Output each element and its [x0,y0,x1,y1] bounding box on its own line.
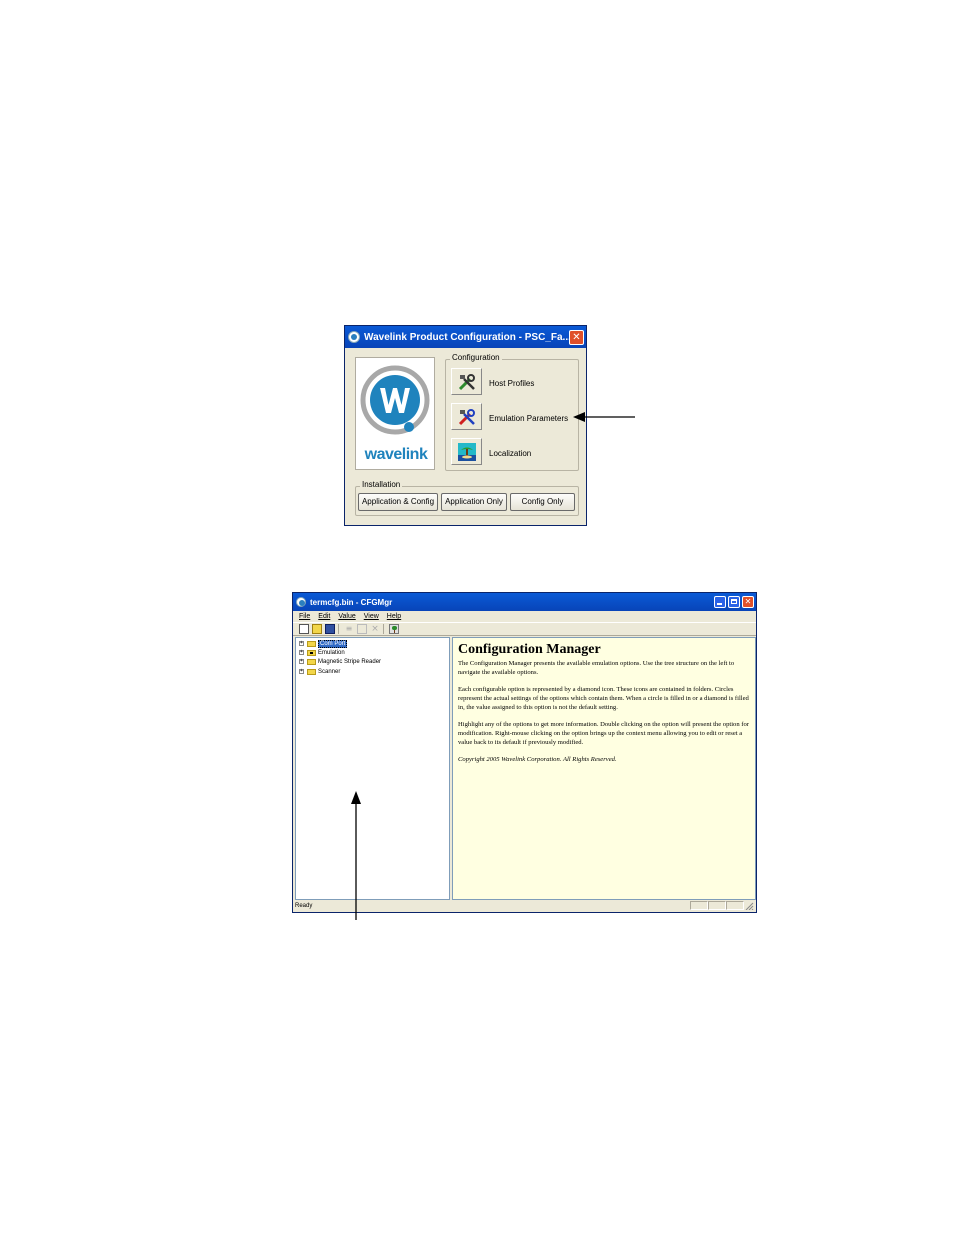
configuration-group: Configuration Host Profiles Emulation Pa… [445,353,579,471]
menu-view[interactable]: View [364,613,379,620]
window-close-button[interactable]: ✕ [742,596,754,608]
globe-palm-icon [458,443,476,461]
application-only-button[interactable]: Application Only [441,493,507,511]
help-paragraph: Each configurable option is represented … [458,686,749,711]
tree-pane[interactable]: + Com Port + Emulation + Magnetic Stripe… [295,637,450,900]
tree-item-label[interactable]: Emulation [318,650,345,656]
tree-icon[interactable] [389,624,399,634]
localization-button[interactable] [451,438,482,465]
tree-item-scanner[interactable]: + Scanner [299,667,340,676]
callout-arrow-up [351,791,361,920]
tree-item-label[interactable]: Scanner [318,669,340,675]
installation-group: Installation Application & Config Applic… [355,480,579,516]
folder-icon [307,668,316,675]
logo-wordmark: wavelink [364,446,428,463]
dialog-titlebar[interactable]: Wavelink Product Configuration - PSC_Fa.… [345,326,586,348]
emulation-folder-icon [307,649,316,656]
tree-item-emulation[interactable]: + Emulation [299,648,345,657]
open-icon[interactable] [312,624,322,634]
status-panel [708,901,726,910]
minimize-icon [717,603,722,605]
maximize-button[interactable] [728,596,740,608]
tree-trunk [394,630,395,633]
status-panel [690,901,708,910]
properties-icon[interactable] [357,624,367,634]
tree-item-label[interactable]: Magnetic Stripe Reader [318,659,381,665]
new-icon[interactable] [299,624,309,634]
wavelink-logo-icon [360,365,430,435]
folder-icon [307,640,316,647]
window-title: termcfg.bin - CFGMgr [310,597,393,607]
emulation-parameters-button[interactable] [451,403,482,430]
delete-icon[interactable]: × [370,624,380,634]
menu-edit[interactable]: Edit [318,613,330,620]
help-heading: Configuration Manager [458,642,601,657]
installation-group-label: Installation [360,480,403,489]
cut-icon[interactable]: ≡ [344,624,354,634]
wavelink-config-dialog: Wavelink Product Configuration - PSC_Fa.… [344,325,587,526]
maximize-icon [731,599,737,604]
expand-icon[interactable]: + [299,650,304,655]
host-profiles-label: Host Profiles [489,379,535,388]
expand-icon[interactable]: + [299,659,304,664]
callout-arrow-left [573,412,635,422]
help-pane: Configuration Manager The Configuration … [452,637,756,900]
cfgmgr-app-icon [296,597,306,607]
save-icon[interactable] [325,624,335,634]
host-profiles-button[interactable] [451,368,482,395]
toolbar: ≡ × [293,622,756,636]
tools-red-icon [458,409,475,426]
help-paragraph: The Configuration Manager presents the a… [458,660,735,676]
application-and-config-button[interactable]: Application & Config [358,493,438,511]
configuration-group-label: Configuration [450,353,502,362]
expand-icon[interactable]: + [299,669,304,674]
menu-bar: File Edit Value View Help [293,611,756,622]
folder-icon [307,658,316,665]
toolbar-separator [383,624,385,634]
config-only-button[interactable]: Config Only [510,493,575,511]
localization-label: Localization [489,449,532,458]
menu-help[interactable]: Help [387,613,401,620]
wavelink-logo: wavelink [355,357,435,470]
toolbar-separator [338,624,340,634]
tree-item-com-port[interactable]: + Com Port [299,639,348,648]
dialog-title: Wavelink Product Configuration - PSC_Fa.… [364,331,569,343]
help-paragraph: Highlight any of the options to get more… [458,721,749,746]
menu-file[interactable]: File [299,613,310,620]
wavelink-app-icon [348,331,360,343]
resize-grip-icon[interactable] [744,901,754,910]
menu-value[interactable]: Value [338,613,355,620]
close-button[interactable]: ✕ [569,329,584,345]
tree-item-magnetic-stripe-reader[interactable]: + Magnetic Stripe Reader [299,657,381,666]
minimize-button[interactable] [714,596,726,608]
tools-icon [458,374,475,391]
copyright-text: Copyright 2005 Wavelink Corporation. All… [458,756,617,763]
status-panel [726,901,744,910]
tree-item-label[interactable]: Com Port [318,639,348,648]
expand-icon[interactable]: + [299,641,304,646]
emulation-parameters-label: Emulation Parameters [489,414,569,423]
window-titlebar[interactable]: termcfg.bin - CFGMgr ✕ [293,593,756,611]
